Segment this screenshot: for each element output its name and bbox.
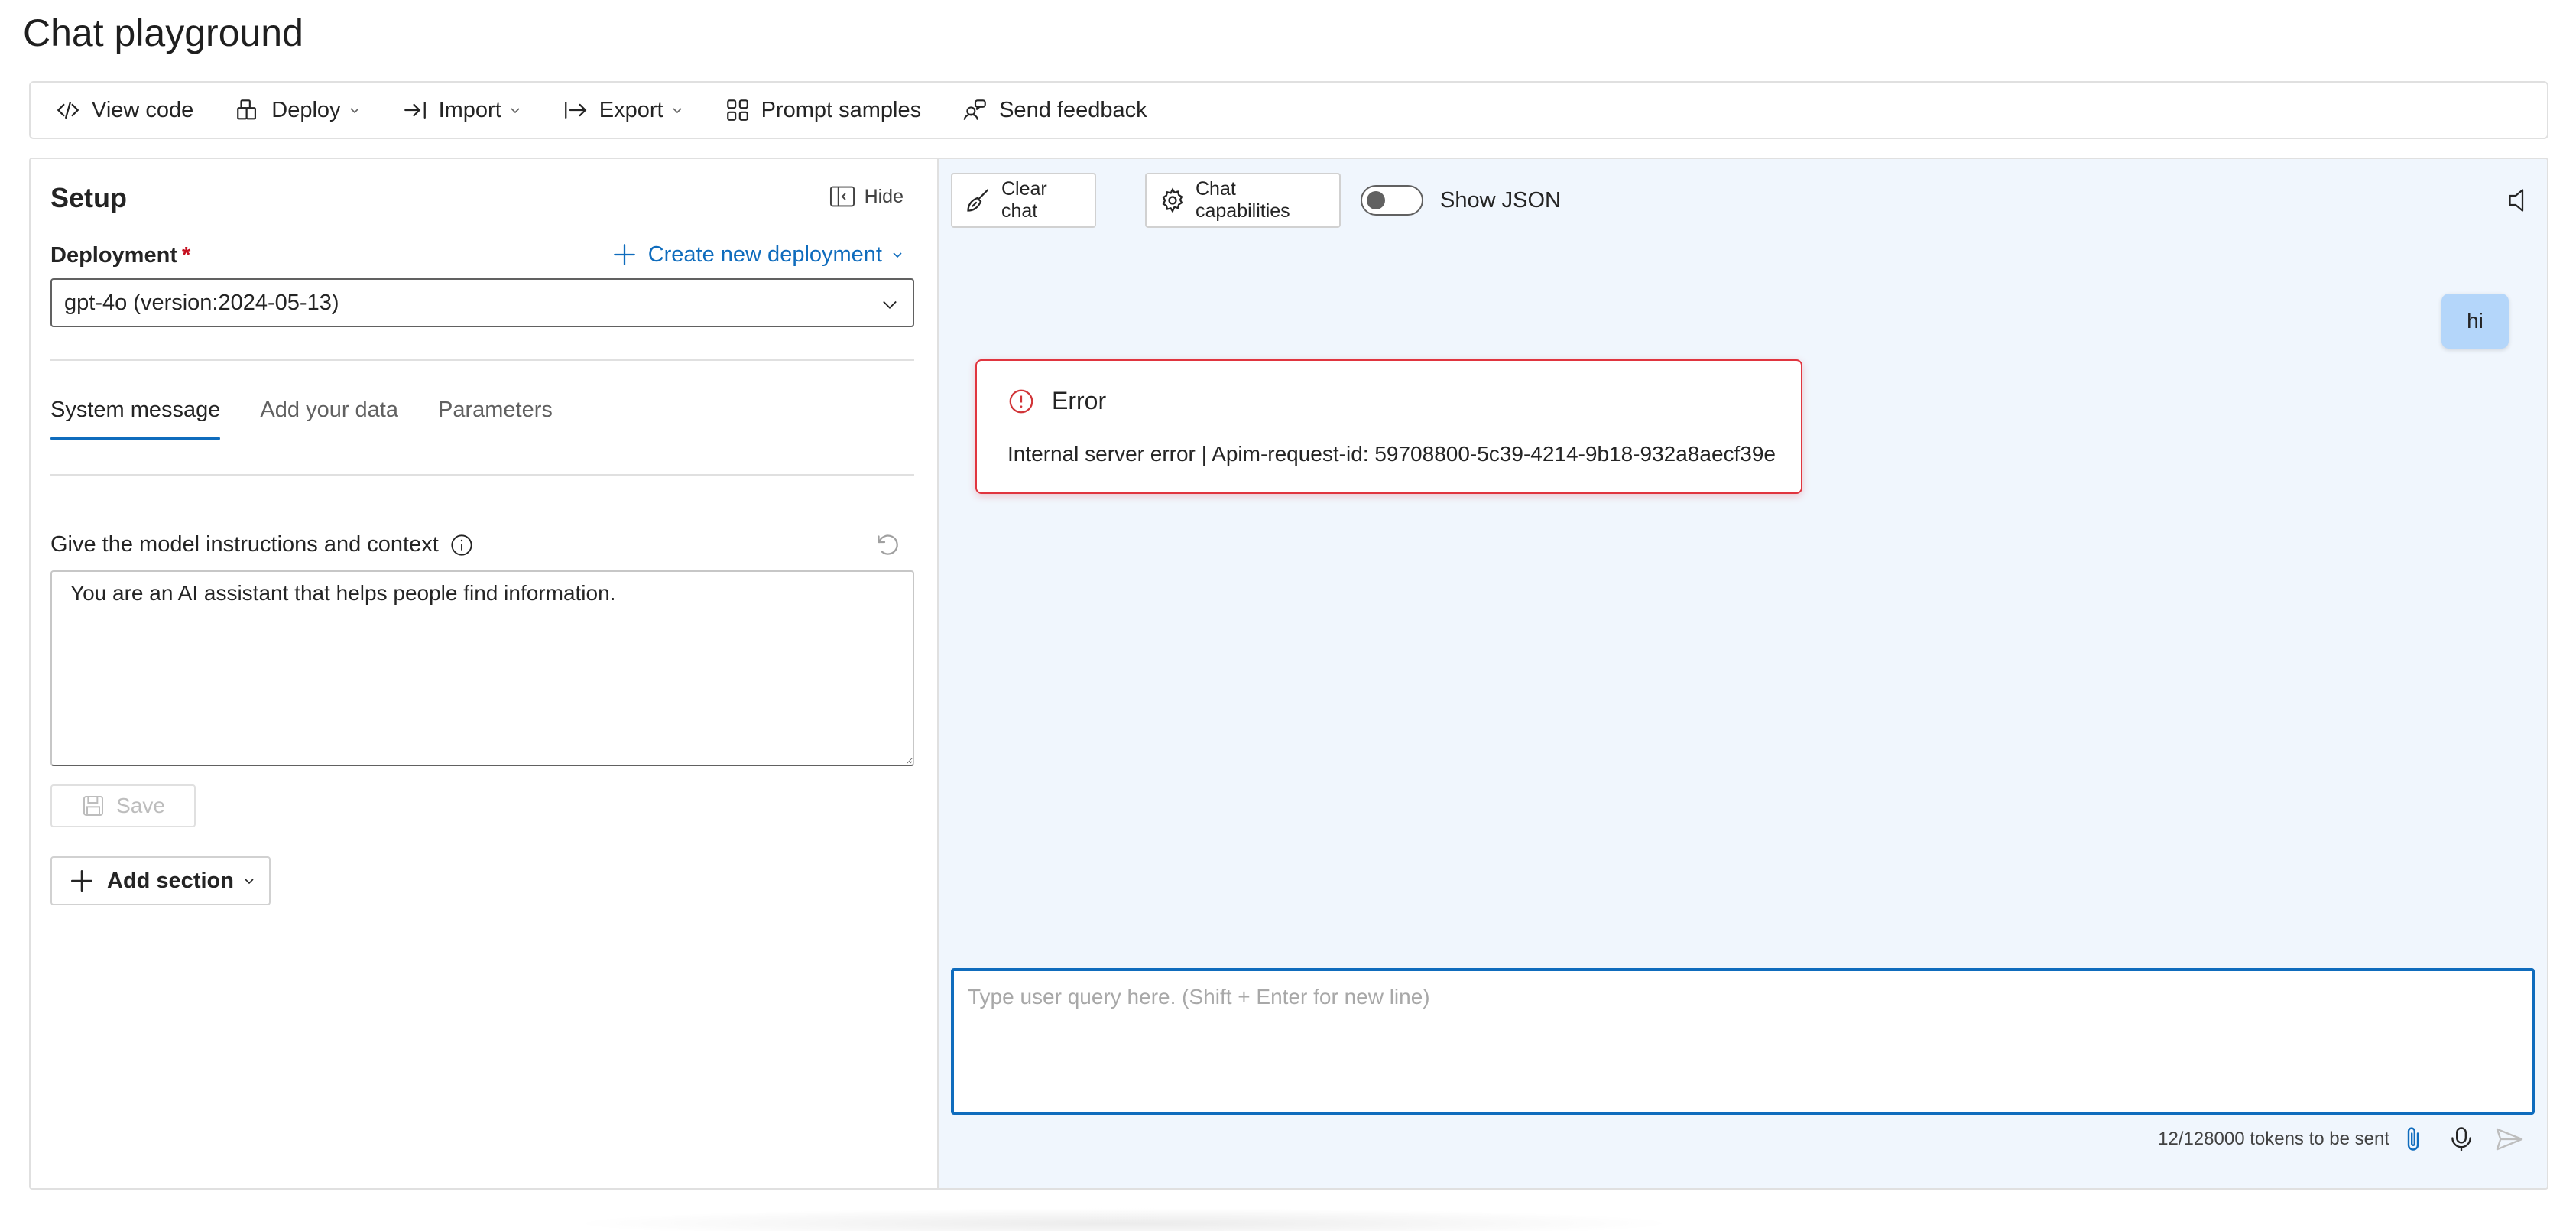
playground-frame: Setup Hide Deployment * Create new deploy… xyxy=(29,158,2548,1190)
deployment-select[interactable]: gpt-4o (version:2024-05-13) xyxy=(50,278,914,327)
error-message-card: Error Internal server error | Apim-reque… xyxy=(975,359,1802,494)
chevron-down-icon xyxy=(509,104,521,116)
error-message-text: Internal server error | Apim-request-id:… xyxy=(1007,442,1776,466)
person-feedback-icon xyxy=(962,97,988,123)
arrow-import-icon xyxy=(402,97,428,123)
chat-capabilities-label: Chat capabilities xyxy=(1196,178,1290,222)
create-deployment-label: Create new deployment xyxy=(647,242,882,267)
send-feedback-label: Send feedback xyxy=(999,97,1147,122)
token-count: 12/128000 tokens to be sent xyxy=(2158,1129,2389,1149)
clear-chat-label: Clear chat xyxy=(1001,178,1047,222)
gear-icon xyxy=(1159,187,1186,214)
deployment-label: Deployment * xyxy=(50,243,190,268)
view-code-button[interactable]: View code xyxy=(55,87,193,133)
panel-hide-icon xyxy=(829,185,855,208)
show-json-label: Show JSON xyxy=(1440,188,1561,213)
import-label: Import xyxy=(438,97,501,122)
grid-icon xyxy=(725,97,751,123)
setup-tabs: System message Add your data Parameters xyxy=(50,398,592,440)
command-bar: View code Deploy Import Export Prompt sa… xyxy=(29,81,2548,139)
add-section-label: Add section xyxy=(107,868,234,893)
create-deployment-button[interactable]: Create new deployment xyxy=(612,242,904,268)
page-title: Chat playground xyxy=(23,11,303,54)
undo-icon[interactable] xyxy=(873,531,900,558)
error-title: Error xyxy=(1052,387,1107,414)
chevron-down-icon xyxy=(891,248,904,261)
required-mark: * xyxy=(181,243,191,268)
tab-add-your-data[interactable]: Add your data xyxy=(260,398,398,440)
chevron-down-icon xyxy=(349,104,361,116)
send-icon[interactable] xyxy=(2495,1125,2524,1153)
export-label: Export xyxy=(599,97,663,122)
save-button[interactable]: Save xyxy=(50,784,196,827)
hide-label: Hide xyxy=(864,185,904,207)
setup-panel: Setup Hide Deployment * Create new deploy… xyxy=(31,159,939,1188)
cube-icon xyxy=(235,97,261,123)
chevron-down-icon xyxy=(671,104,683,116)
prompt-samples-button[interactable]: Prompt samples xyxy=(725,87,922,133)
deployment-selected-value: gpt-4o (version:2024-05-13) xyxy=(64,290,339,315)
save-icon xyxy=(81,794,105,818)
tab-parameters[interactable]: Parameters xyxy=(438,398,553,440)
error-circle-icon xyxy=(1007,388,1035,415)
chevron-down-icon xyxy=(243,875,255,887)
instructions-label-text: Give the model instructions and context xyxy=(50,532,439,557)
instructions-label: Give the model instructions and context xyxy=(50,532,474,557)
deploy-button[interactable]: Deploy xyxy=(235,87,360,133)
system-message-input[interactable]: You are an AI assistant that helps peopl… xyxy=(50,570,914,766)
toggle-knob xyxy=(1367,191,1385,209)
chat-panel: Clear chat Chat capabilities Show JSON h… xyxy=(939,159,2547,1188)
setup-title: Setup xyxy=(50,182,128,213)
save-label: Save xyxy=(116,794,165,817)
deployment-label-text: Deployment xyxy=(50,243,177,268)
deploy-label: Deploy xyxy=(271,97,341,122)
chevron-down-icon xyxy=(879,294,900,315)
export-button[interactable]: Export xyxy=(563,87,683,133)
tab-system-message[interactable]: System message xyxy=(50,398,221,440)
arrow-export-icon xyxy=(563,97,589,123)
add-section-button[interactable]: Add section xyxy=(50,856,271,905)
microphone-icon[interactable] xyxy=(2449,1125,2474,1153)
plus-icon xyxy=(69,868,95,894)
chat-capabilities-button[interactable]: Chat capabilities xyxy=(1145,173,1341,228)
decorative-shadow xyxy=(566,1208,1682,1231)
divider xyxy=(50,474,914,476)
user-query-input[interactable] xyxy=(951,968,2535,1115)
clear-chat-button[interactable]: Clear chat xyxy=(951,173,1096,228)
code-icon xyxy=(55,97,81,123)
show-json-toggle[interactable] xyxy=(1361,185,1423,216)
prompt-samples-label: Prompt samples xyxy=(761,97,922,122)
info-icon[interactable] xyxy=(449,533,474,557)
user-message-bubble: hi xyxy=(2441,294,2509,349)
hide-setup-button[interactable]: Hide xyxy=(829,185,904,208)
send-feedback-button[interactable]: Send feedback xyxy=(962,87,1147,133)
broom-icon xyxy=(965,187,992,214)
error-header: Error xyxy=(1007,387,1106,415)
view-code-label: View code xyxy=(92,97,194,122)
speaker-icon[interactable] xyxy=(2504,187,2532,214)
import-button[interactable]: Import xyxy=(402,87,521,133)
paperclip-icon[interactable] xyxy=(2402,1125,2425,1153)
plus-icon xyxy=(612,242,638,268)
divider xyxy=(50,359,914,361)
